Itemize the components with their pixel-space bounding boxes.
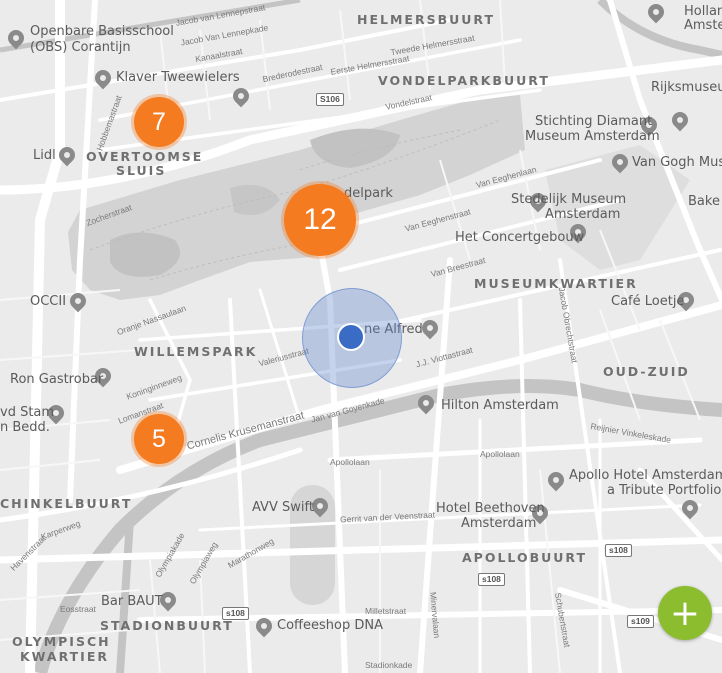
road-shield: s108 <box>478 573 505 586</box>
poi-label[interactable]: Bar BAUT <box>101 594 163 609</box>
poi-label[interactable]: Lidl <box>33 148 56 163</box>
road-shield: s109 <box>627 615 654 628</box>
marker-cluster[interactable]: 12 <box>284 184 356 256</box>
street-label: Eosstraat <box>60 604 96 614</box>
district-label: CHINKELBUURT <box>0 496 133 511</box>
poi-label[interactable]: Coffeeshop DNA <box>277 618 383 633</box>
poi-label[interactable]: Hotel Beethoven <box>436 501 545 516</box>
poi-label[interactable]: Holland Ca <box>684 4 722 19</box>
poi-label[interactable]: Café Loetje <box>611 294 684 309</box>
poi-label[interactable]: Klaver Tweewielers <box>116 70 240 85</box>
district-label: HELMERSBUURT <box>357 12 495 27</box>
poi-label[interactable]: Hilton Amsterdam <box>441 398 559 413</box>
poi-label[interactable]: Amsterdam <box>684 18 722 33</box>
poi-label[interactable]: delpark <box>344 186 393 201</box>
street-label: Stadionkade <box>365 660 413 670</box>
poi-label[interactable]: Amsterdam <box>461 516 536 531</box>
poi-label[interactable]: AVV Swift <box>252 500 314 515</box>
district-label: VONDELPARKBUURT <box>378 73 550 88</box>
road-shield: s108 <box>222 607 249 620</box>
poi-label[interactable]: Bake <box>688 194 720 209</box>
poi-label[interactable]: n Bedd. <box>0 420 50 435</box>
map-view[interactable]: HELMERSBUURT VONDELPARKBUURT OVERTOOMSE … <box>0 0 722 673</box>
district-label: SLUIS <box>116 163 167 178</box>
poi-label[interactable]: Van Gogh Museum <box>632 155 722 170</box>
poi-label[interactable]: (OBS) Corantijn <box>30 40 131 55</box>
street-label: Milletstraat <box>365 606 407 616</box>
district-label: OLYMPISCH <box>12 634 111 649</box>
road-shield: s108 <box>605 544 632 557</box>
district-label: OUD-ZUID <box>603 364 690 379</box>
poi-label[interactable]: Ron Gastrobar <box>10 372 103 387</box>
poi-label[interactable]: OCCII <box>30 294 66 309</box>
poi-label[interactable]: Rijksmuseum <box>651 80 722 95</box>
poi-label[interactable]: Stedelijk Museum <box>511 192 626 207</box>
poi-label[interactable]: Het Concertgebouw <box>455 230 584 245</box>
user-location-dot <box>337 323 365 351</box>
poi-label[interactable]: a Tribute Portfolio <box>607 483 721 498</box>
marker-cluster[interactable]: 7 <box>134 97 184 147</box>
poi-label[interactable]: Museum Amsterdam <box>525 129 660 144</box>
district-label: WILLEMSPARK <box>134 344 258 359</box>
poi-label[interactable]: Apollo Hotel Amsterdam, <box>569 468 722 483</box>
district-label: STADIONBUURT <box>100 618 234 633</box>
street-label: Apollolaan <box>330 457 370 467</box>
street-label: Apollolaan <box>480 449 520 459</box>
district-label: KWARTIER <box>20 649 109 664</box>
marker-cluster[interactable]: 5 <box>134 414 184 464</box>
poi-label[interactable]: Amsterdam <box>545 207 620 222</box>
add-button[interactable]: + <box>658 586 712 640</box>
road-shield: S106 <box>316 93 344 106</box>
poi-label[interactable]: vd Stam <box>0 405 54 420</box>
poi-label[interactable]: Stichting Diamant <box>535 114 652 129</box>
district-label: APOLLOBUURT <box>462 550 587 565</box>
poi-label[interactable]: Openbare Basisschool <box>30 24 174 39</box>
